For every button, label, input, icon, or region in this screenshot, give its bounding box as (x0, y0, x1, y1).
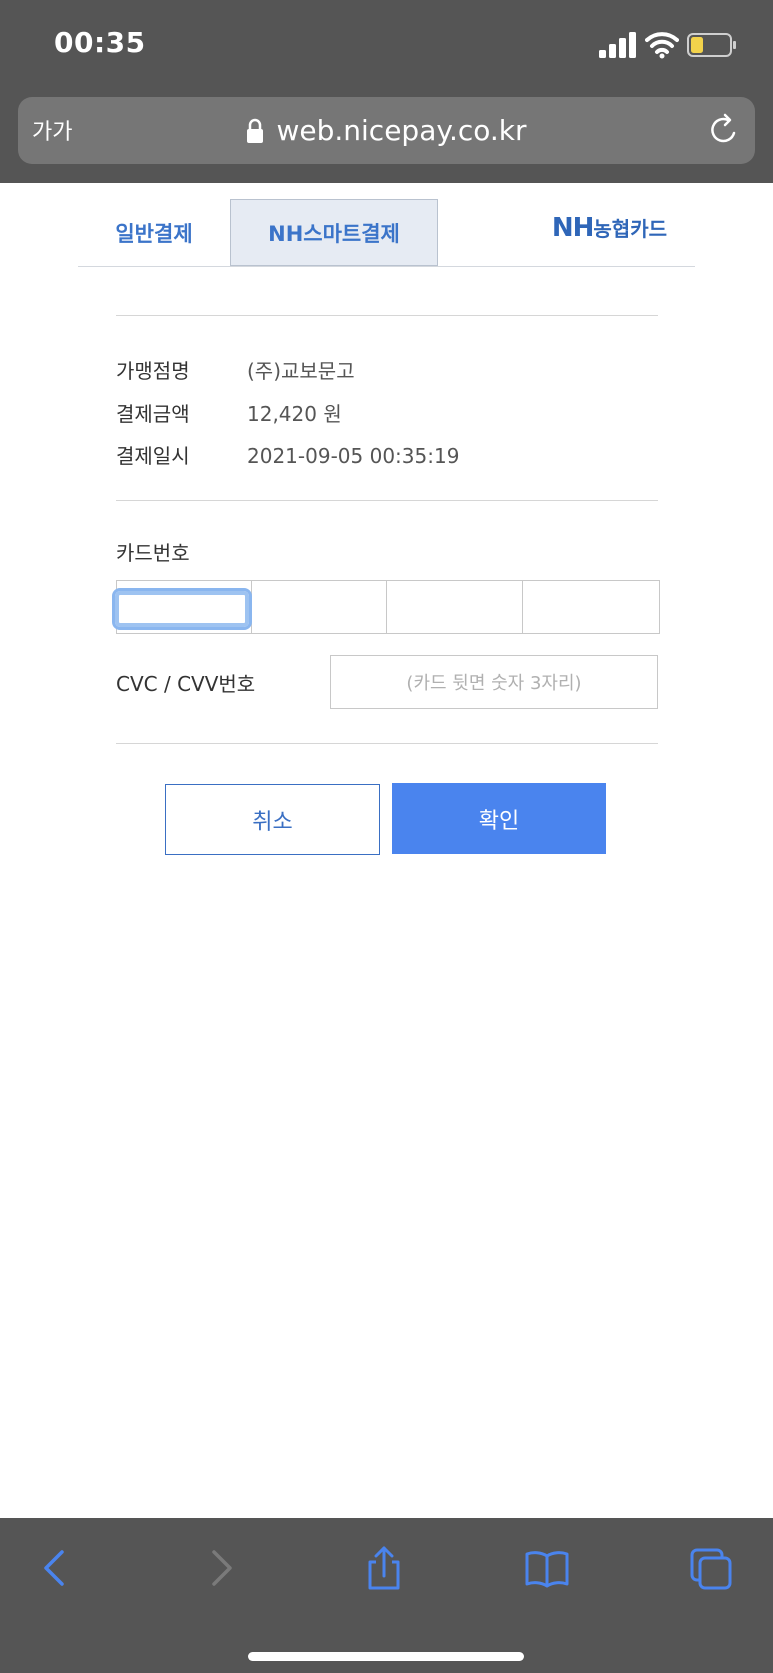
reload-icon[interactable] (707, 113, 741, 147)
info-row-datetime: 결제일시 2021-09-05 00:35:19 (116, 444, 460, 468)
browser-toolbar (0, 1518, 773, 1673)
wifi-icon (645, 32, 679, 59)
card-number-input-3[interactable] (388, 582, 518, 632)
info-row-amount: 결제금액 12,420 원 (116, 402, 342, 426)
status-time: 00:35 (54, 26, 146, 59)
back-icon[interactable] (36, 1546, 76, 1590)
home-indicator[interactable] (248, 1652, 524, 1661)
battery-low-icon (687, 33, 736, 57)
bookmarks-icon[interactable] (524, 1546, 570, 1590)
lock-icon (247, 118, 264, 143)
cvc-label: CVC / CVV번호 (116, 672, 256, 696)
card-number-label: 카드번호 (116, 541, 190, 565)
url-text: web.nicepay.co.kr (276, 114, 527, 147)
divider (116, 315, 658, 316)
tab-nh-smart-payment[interactable]: NH스마트결제 (230, 199, 438, 266)
forward-icon[interactable] (200, 1546, 240, 1590)
info-row-merchant: 가맹점명 (주)교보문고 (116, 359, 355, 383)
nh-card-logo: NH농협카드 (551, 213, 667, 243)
card-number-input-1[interactable] (112, 588, 252, 630)
cvc-input[interactable]: (카드 뒷면 숫자 3자리) (330, 655, 658, 709)
divider (116, 743, 658, 744)
confirm-button[interactable]: 확인 (392, 783, 606, 854)
address-bar[interactable]: 가가 web.nicepay.co.kr (18, 97, 755, 164)
tabs-icon[interactable] (690, 1546, 734, 1590)
url-field[interactable]: web.nicepay.co.kr (18, 97, 755, 164)
card-number-input-4[interactable] (524, 582, 654, 632)
status-icons (599, 30, 739, 60)
share-icon[interactable] (364, 1546, 404, 1590)
card-divider (522, 580, 523, 634)
payment-tabs: 일반결제 NH스마트결제 NH농협카드 (78, 199, 695, 267)
card-number-input-2[interactable] (253, 582, 383, 632)
card-number-group (112, 580, 660, 634)
card-divider (386, 580, 387, 634)
cancel-button[interactable]: 취소 (165, 784, 380, 855)
status-bar: 00:35 가가 web.nicepay.co.kr (0, 0, 773, 183)
divider (116, 500, 658, 501)
tab-general-payment[interactable]: 일반결제 (78, 199, 230, 266)
signal-icon (599, 32, 636, 58)
